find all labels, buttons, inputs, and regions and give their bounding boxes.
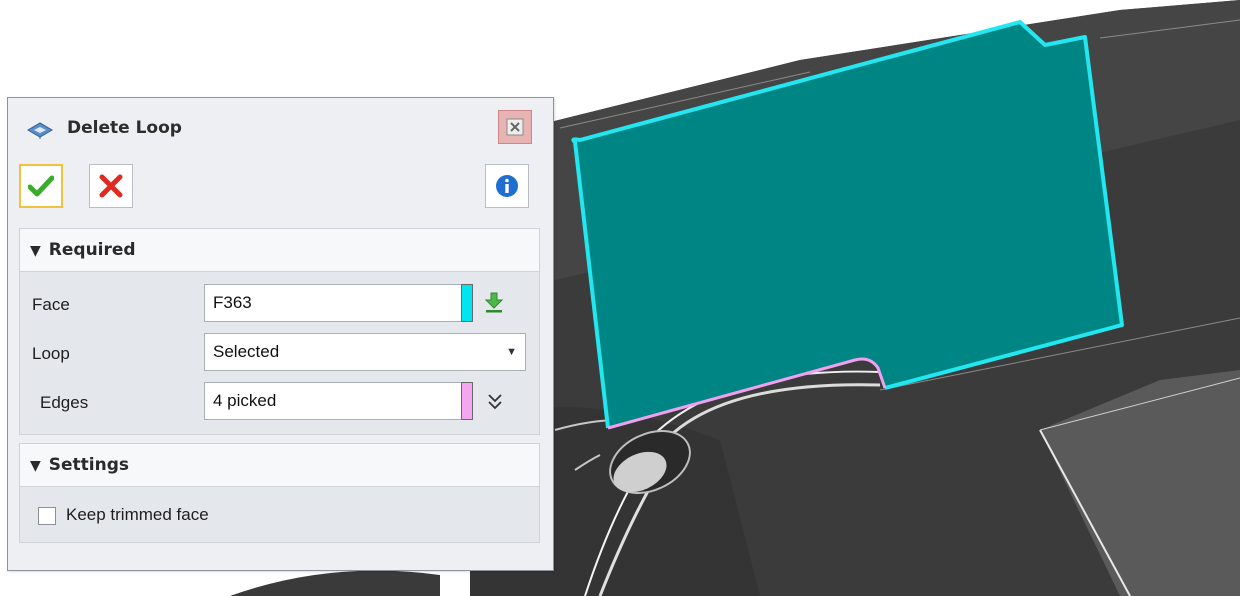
delete-loop-icon xyxy=(27,122,53,139)
face-color-swatch xyxy=(461,284,473,322)
keep-trimmed-face-label[interactable]: Keep trimmed face xyxy=(66,505,209,525)
required-section-body: Face F363 Loop Selected ▼ Edges 4 picked xyxy=(19,272,540,435)
edges-field[interactable]: 4 picked xyxy=(204,382,468,420)
collapse-triangle-icon: ▼ xyxy=(30,458,41,474)
dialog-titlebar[interactable]: Delete Loop xyxy=(8,98,553,160)
expand-chevron-icon[interactable] xyxy=(487,392,503,412)
loop-value: Selected xyxy=(213,342,280,361)
settings-section-title: Settings xyxy=(48,455,130,475)
x-icon xyxy=(99,174,123,198)
select-arrow-icon[interactable] xyxy=(484,292,504,314)
loop-dropdown[interactable]: Selected ▼ xyxy=(204,333,526,371)
dialog-title: Delete Loop xyxy=(67,118,182,138)
settings-section-body: Keep trimmed face xyxy=(19,487,540,543)
close-button[interactable] xyxy=(498,110,532,144)
cancel-button[interactable] xyxy=(89,164,133,208)
face-label: Face xyxy=(32,295,70,314)
collapse-triangle-icon: ▼ xyxy=(30,243,41,259)
edges-label: Edges xyxy=(40,393,89,412)
required-section-header[interactable]: ▼ Required xyxy=(19,228,540,272)
required-section-title: Required xyxy=(48,240,136,260)
info-icon xyxy=(496,175,518,197)
loop-label: Loop xyxy=(32,344,70,363)
face-field[interactable]: F363 xyxy=(204,284,468,322)
info-button[interactable] xyxy=(485,164,529,208)
delete-loop-dialog: Delete Loop ▼ Required Face F363 Loop Se… xyxy=(7,97,554,571)
ok-button[interactable] xyxy=(19,164,63,208)
keep-trimmed-face-checkbox[interactable] xyxy=(38,507,56,525)
close-icon xyxy=(506,118,524,136)
settings-section-header[interactable]: ▼ Settings xyxy=(19,443,540,487)
edges-color-swatch xyxy=(461,382,473,420)
dropdown-arrow-icon: ▼ xyxy=(506,346,517,358)
checkmark-icon xyxy=(28,175,54,197)
